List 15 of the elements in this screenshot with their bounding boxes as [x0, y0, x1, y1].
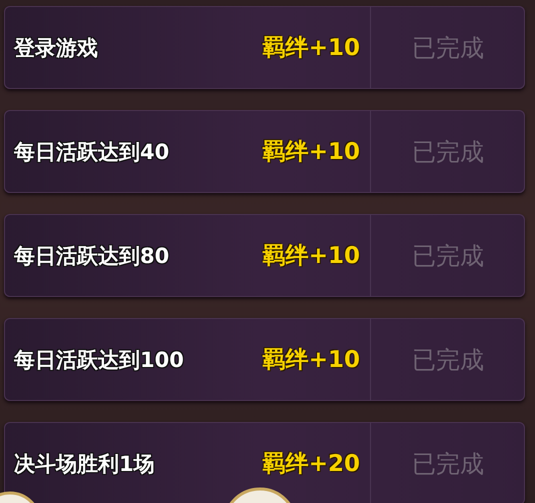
task-status: 已完成: [370, 422, 525, 503]
task-reward: 羁绊+20: [262, 450, 361, 479]
task-reward: 羁绊+10: [262, 242, 361, 271]
task-reward: 羁绊+10: [262, 346, 361, 375]
task-reward: 羁绊+10: [262, 138, 361, 167]
task-title: 每日活跃达到100: [13, 346, 185, 374]
task-status: 已完成: [370, 110, 525, 193]
task-status: 已完成: [370, 214, 525, 297]
task-status: 已完成: [370, 6, 525, 89]
task-title: 登录游戏: [12, 34, 99, 62]
task-title: 每日活跃达到80: [13, 242, 170, 270]
task-title: 决斗场胜利1场: [13, 450, 156, 478]
task-title: 每日活跃达到40: [13, 138, 170, 166]
task-status: 已完成: [370, 318, 525, 401]
task-reward: 羁绊+10: [262, 34, 361, 63]
